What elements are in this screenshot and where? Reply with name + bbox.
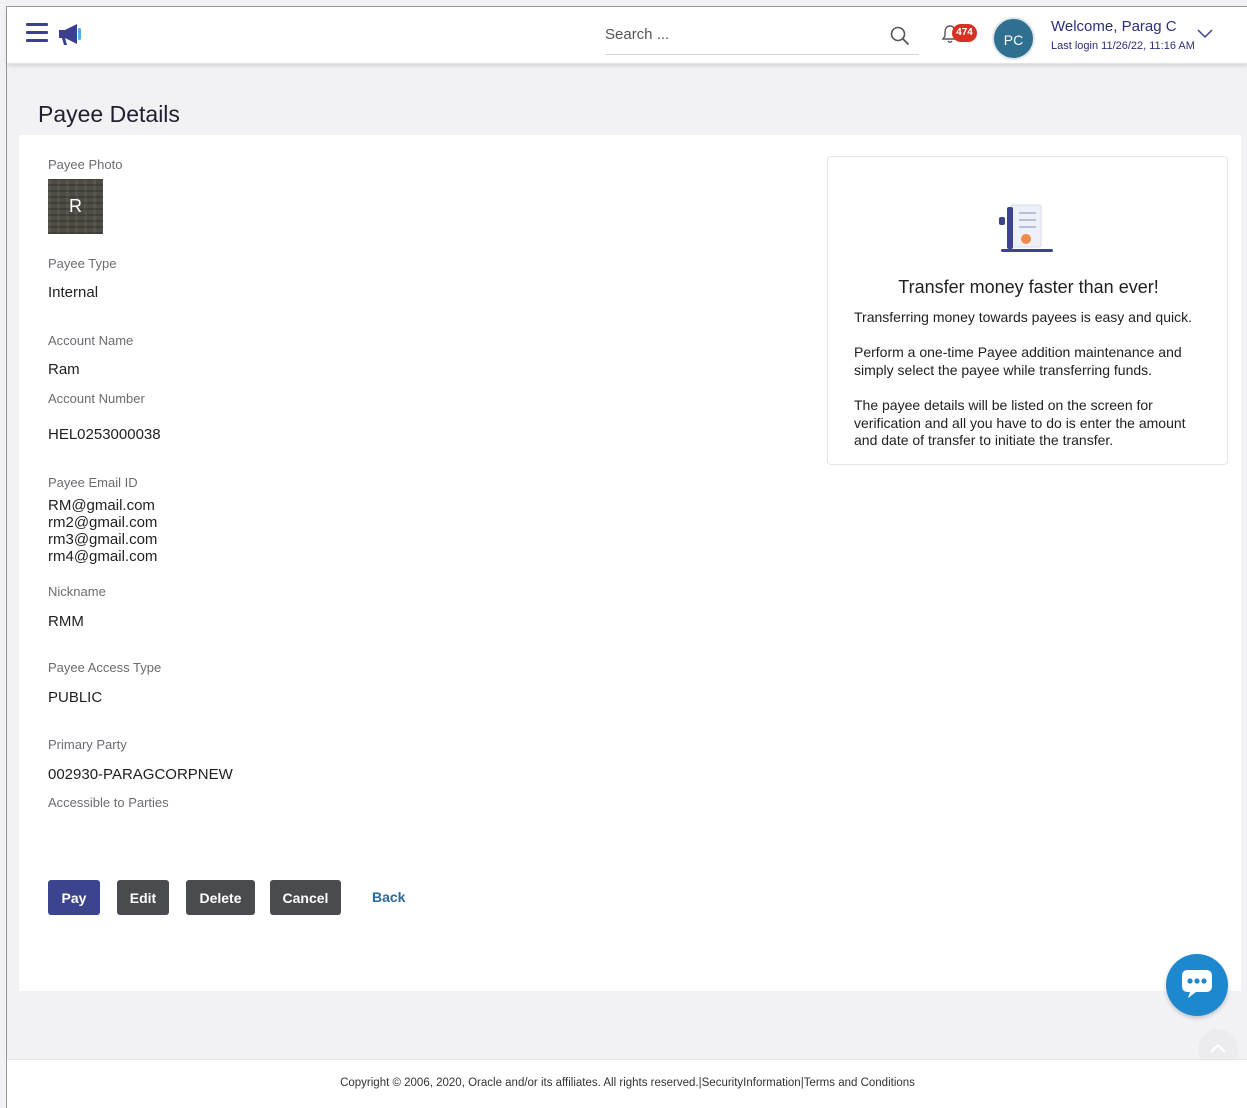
access-type-label: Payee Access Type xyxy=(48,660,162,675)
info-paragraph: Perform a one-time Payee addition mainte… xyxy=(854,344,1182,378)
email-item: RM@gmail.com xyxy=(48,497,155,514)
access-type-value: PUBLIC xyxy=(48,689,103,706)
info-paragraph: Transferring money towards payees is eas… xyxy=(854,309,1192,325)
delete-button[interactable]: Delete xyxy=(186,880,255,915)
search-icon[interactable] xyxy=(889,25,911,47)
info-title: Transfer money faster than ever! xyxy=(898,277,1159,297)
accessible-parties-label: Accessible to Parties xyxy=(48,795,169,810)
primary-party-label: Primary Party xyxy=(48,737,127,752)
edit-button[interactable]: Edit xyxy=(117,880,169,915)
cancel-button[interactable]: Cancel xyxy=(270,880,341,915)
info-card: Transfer money faster than ever! Transfe… xyxy=(827,156,1228,465)
account-name-value: Ram xyxy=(48,361,80,378)
security-information-link[interactable]: SecurityInformation xyxy=(702,1077,801,1089)
email-item: rm2@gmail.com xyxy=(48,514,158,531)
account-number-value: HEL0253000038 xyxy=(48,426,161,443)
footer: Copyright © 2006, 2020, Oracle and/or it… xyxy=(7,1059,1247,1108)
payee-email-list: RM@gmail.com rm2@gmail.com rm3@gmail.com… xyxy=(48,497,157,565)
payee-email-label: Payee Email ID xyxy=(48,475,138,490)
page-title: Payee Details xyxy=(38,101,180,127)
payee-photo: R xyxy=(48,179,103,234)
email-item: rm4@gmail.com xyxy=(48,548,158,565)
search-input[interactable] xyxy=(605,23,875,45)
search-bar xyxy=(605,15,919,55)
notification-badge[interactable]: 474 xyxy=(952,24,977,42)
footer-text: Copyright © 2006, 2020, Oracle and/or it… xyxy=(340,1077,915,1089)
email-item: rm3@gmail.com xyxy=(48,531,158,548)
info-paragraph: The payee details will be listed on the … xyxy=(854,397,1186,448)
payee-type-label: Payee Type xyxy=(48,256,117,271)
last-login-text: Last login 11/26/22, 11:16 AM xyxy=(1051,40,1195,52)
back-link[interactable]: Back xyxy=(372,889,405,905)
top-header: 474 PC Welcome, Parag C Last login 11/26… xyxy=(7,7,1247,64)
welcome-text: Welcome, Parag C xyxy=(1051,18,1177,35)
chatbot-button[interactable] xyxy=(1166,954,1228,1016)
avatar[interactable]: PC xyxy=(992,17,1035,60)
nickname-label: Nickname xyxy=(48,584,106,599)
chevron-down-icon[interactable] xyxy=(1195,25,1215,41)
chat-bubble-icon xyxy=(1182,970,1212,998)
account-number-label: Account Number xyxy=(48,391,145,406)
payee-details-panel: Payee Photo R Payee Type Internal Accoun… xyxy=(19,135,1241,991)
document-illustration-icon xyxy=(999,204,1053,252)
app-frame: 474 PC Welcome, Parag C Last login 11/26… xyxy=(6,6,1247,1108)
terms-link[interactable]: Terms and Conditions xyxy=(804,1077,915,1089)
menu-icon[interactable] xyxy=(26,23,48,42)
megaphone-icon[interactable] xyxy=(55,21,85,47)
payee-photo-label: Payee Photo xyxy=(48,157,123,172)
primary-party-value: 002930-PARAGCORPNEW xyxy=(48,766,233,783)
nickname-value: RMM xyxy=(48,613,84,630)
payee-type-value: Internal xyxy=(48,284,99,301)
pay-button[interactable]: Pay xyxy=(48,880,100,915)
copyright-text: Copyright © 2006, 2020, Oracle and/or it… xyxy=(340,1077,699,1089)
account-name-label: Account Name xyxy=(48,333,134,348)
